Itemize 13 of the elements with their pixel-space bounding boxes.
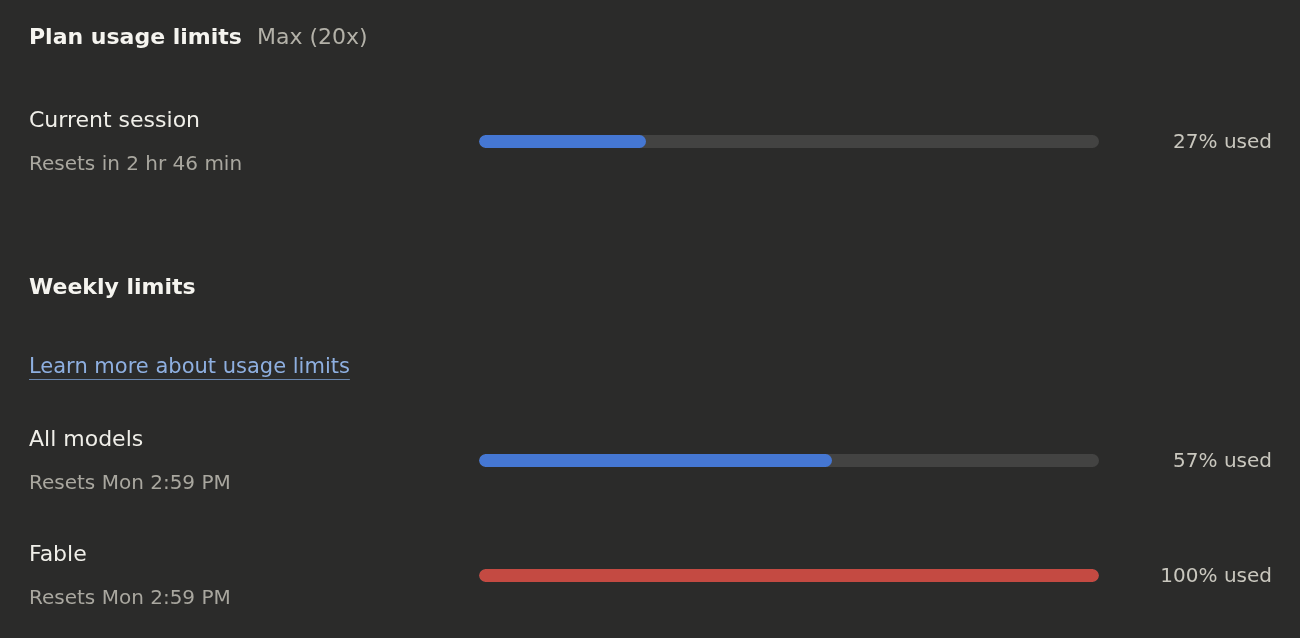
reset-time: Resets Mon 2:59 PM <box>29 470 231 494</box>
reset-time: Resets in 2 hr 46 min <box>29 151 243 175</box>
limit-label: All models <box>29 426 144 451</box>
usage-reading: 100% used <box>1160 563 1272 587</box>
plan-name: Max (20x) <box>256 23 368 51</box>
limit-label: Current session <box>29 107 201 132</box>
section-title: Plan usage limits <box>29 23 242 51</box>
usage-reading: 27% used <box>1173 129 1272 153</box>
section-heading: Weekly limits <box>29 274 196 299</box>
limit-label: Fable <box>29 541 87 566</box>
usage-reading: 57% used <box>1173 448 1272 472</box>
reset-time: Resets Mon 2:59 PM <box>29 585 231 609</box>
learn-more-link[interactable]: Learn more about usage limits <box>29 354 350 378</box>
